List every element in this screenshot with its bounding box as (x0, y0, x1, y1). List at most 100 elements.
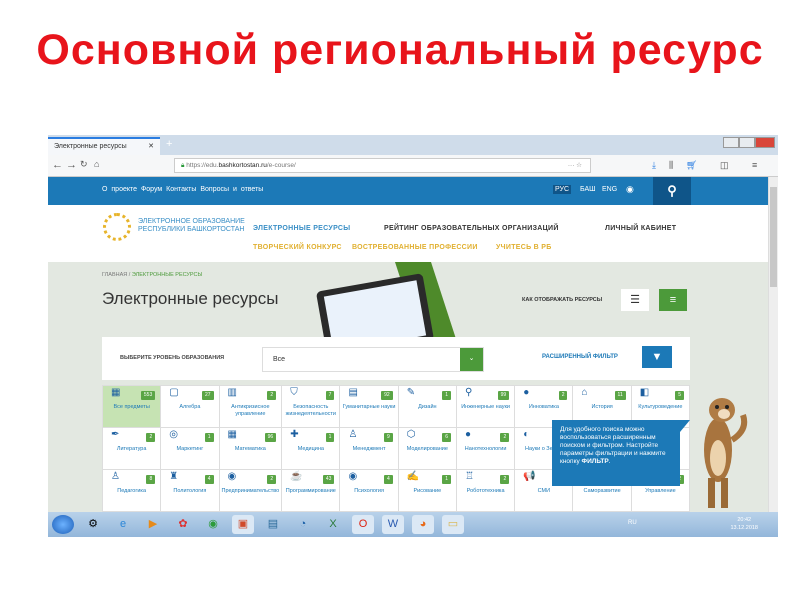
category-name: Литература (116, 446, 147, 452)
start-button[interactable] (52, 515, 74, 534)
category-tile[interactable]: ☕ 43 Программирование (282, 470, 340, 511)
menu-study-rb[interactable]: УЧИТЕСЬ В РБ (496, 244, 552, 251)
home-icon[interactable]: ⌂ (94, 159, 99, 169)
tab-title: Электронные ресурсы (54, 143, 127, 150)
category-name: Педагогика (117, 488, 147, 494)
menu-professions[interactable]: ВОСТРЕБОВАННЫЕ ПРОФЕССИИ (352, 244, 478, 251)
category-icon: ● (464, 429, 472, 440)
category-icon: ✎ (406, 387, 416, 398)
page-scrollbar[interactable] (768, 177, 778, 512)
menu-e-resources[interactable]: ЭЛЕКТРОННЫЕ РЕСУРСЫ (253, 225, 350, 232)
breadcrumb-home[interactable]: ГЛАВНАЯ (102, 272, 127, 278)
download-icon[interactable]: ⤓ (652, 160, 656, 171)
picasa-icon[interactable]: ✿ (172, 515, 194, 534)
category-tile[interactable]: ✎ 1 Дизайн (398, 386, 456, 427)
url-field[interactable]: 🔒︎ https://edu.bashkortostan.ru/e-course… (174, 158, 591, 173)
sidebar-icon[interactable]: ◫ (720, 160, 729, 171)
category-name: Саморазвитие (583, 488, 621, 494)
menu-icon[interactable]: ≡ (752, 160, 757, 170)
browser-tab[interactable]: Электронные ресурсы ✕ (48, 137, 160, 155)
category-tile[interactable]: ✚ 1 Медицина (282, 428, 340, 469)
list-view-button[interactable]: ☰ (621, 289, 649, 311)
category-name: Инженерные науки (461, 404, 510, 410)
category-tile[interactable]: ▦ 553 Все предметы (103, 386, 161, 427)
maximize-button[interactable] (739, 137, 755, 148)
tray-clock[interactable]: 20:42 13.12.2018 (730, 516, 758, 532)
explorer-icon[interactable]: ▤ (262, 515, 284, 534)
lang-ba[interactable]: БАШ (578, 185, 598, 194)
forward-icon[interactable]: → (66, 159, 77, 171)
category-tile[interactable]: ⚲ 99 Инженерные науки (456, 386, 515, 427)
cart-icon[interactable]: 🛒︎ (686, 160, 697, 171)
category-tile[interactable]: ♖ 2 Робототехника (456, 470, 515, 511)
category-tile[interactable]: ♜ 4 Политология (161, 470, 219, 511)
count-badge: 92 (381, 391, 393, 400)
category-tile[interactable]: ◎ 1 Маркетинг (161, 428, 219, 469)
category-icon: ⚲ (464, 387, 473, 398)
chrome-icon[interactable]: ◉ (202, 515, 224, 534)
opera-icon[interactable]: O (352, 515, 374, 534)
lang-ru[interactable]: РУС (553, 185, 572, 194)
category-icon: ♖ (464, 471, 474, 482)
media-icon[interactable]: ▶ (142, 515, 164, 534)
category-name: Управление (645, 488, 676, 494)
grid-view-button[interactable]: ≡ (659, 289, 687, 311)
scrollbar-thumb[interactable] (770, 187, 777, 287)
library-icon[interactable]: ⫼ (669, 160, 673, 171)
menu-rating[interactable]: РЕЙТИНГ ОБРАЗОВАТЕЛЬНЫХ ОРГАНИЗАЦИЙ (384, 225, 559, 232)
category-tile[interactable]: ⬡ 6 Моделирование (398, 428, 456, 469)
category-tile[interactable]: ◉ 2 Предпринимательство (219, 470, 282, 511)
category-tile[interactable]: ♙ 9 Менеджмент (340, 428, 398, 469)
advanced-filter-link[interactable]: РАСШИРЕННЫЙ ФИЛЬТР (542, 354, 618, 360)
category-tile[interactable]: ✍ 1 Рисование (398, 470, 456, 511)
logo-text[interactable]: ЭЛЕКТРОННОЕ ОБРАЗОВАНИЕ РЕСПУБЛИКИ БАШКОР… (138, 218, 245, 234)
window-close-button[interactable] (755, 137, 775, 148)
logo-line2: РЕСПУБЛИКИ БАШКОРТОСТАН (138, 226, 245, 233)
chevron-down-icon[interactable]: ⌄ (460, 348, 483, 371)
ie-icon[interactable]: e (112, 515, 134, 534)
category-tile[interactable]: ◉ 4 Психология (340, 470, 398, 511)
app-icon[interactable]: ⚙ (82, 515, 104, 534)
powerpoint-icon[interactable]: ▣ (232, 515, 254, 534)
category-tile[interactable]: ● 2 Нанотехнологии (456, 428, 515, 469)
breadcrumb: ГЛАВНАЯ / ЭЛЕКТРОННЫЕ РЕСУРСЫ (102, 272, 202, 278)
category-icon: ◐ (523, 429, 530, 440)
tooltip-end: . (608, 458, 611, 465)
logo-line1: ЭЛЕКТРОННОЕ ОБРАЗОВАНИЕ (138, 218, 245, 225)
category-tile[interactable]: ✒ 2 Литература (103, 428, 161, 469)
category-name: Все предметы (113, 404, 150, 410)
level-select[interactable]: Все ⌄ (262, 347, 484, 372)
top-links[interactable]: О проекте Форум Контакты Вопросы и ответ… (102, 186, 263, 193)
category-tile[interactable]: ▢ 27 Алгебра (161, 386, 219, 427)
lang-en[interactable]: ENG (600, 185, 619, 194)
category-tile[interactable]: ⛉ 7 Безопасность жизнедеятельности (282, 386, 340, 427)
firefox-icon[interactable]: ◕ (412, 515, 434, 534)
menu-cabinet[interactable]: ЛИЧНЫЙ КАБИНЕТ (605, 225, 676, 232)
reload-icon[interactable]: ↻ (80, 159, 88, 170)
category-tile[interactable]: ♙ 8 Педагогика (103, 470, 161, 511)
excel-icon[interactable]: X (322, 515, 344, 534)
count-badge: 1 (442, 391, 451, 400)
category-icon: 📢 (523, 471, 536, 482)
bookmark-star-icon[interactable]: ··· ☆ (568, 161, 582, 169)
count-badge: 96 (264, 433, 277, 442)
search-icon[interactable]: ⚲ (653, 177, 691, 205)
folder-icon[interactable]: ▭ (442, 515, 464, 534)
accessibility-eye-icon[interactable]: ◉ (624, 183, 636, 196)
menu-contest[interactable]: ТВОРЧЕСКИЙ КОНКУРС (253, 244, 342, 251)
close-tab-icon[interactable]: ✕ (148, 142, 154, 150)
filter-funnel-icon[interactable]: ▼ (642, 346, 672, 368)
app2-icon[interactable]: ◔ (292, 515, 314, 534)
word-icon[interactable]: W (382, 515, 404, 534)
category-tile[interactable]: ▤ 92 Гуманитарные науки (340, 386, 398, 427)
category-icon: ♙ (348, 429, 358, 440)
category-name: Менеджмент (352, 446, 386, 452)
count-badge: 1 (442, 475, 451, 484)
category-tile[interactable]: ▦ 96 Математика (219, 428, 282, 469)
minimize-button[interactable] (723, 137, 739, 148)
category-icon: ▦ (227, 429, 237, 440)
new-tab-icon[interactable]: + (166, 138, 172, 150)
back-icon[interactable]: ← (52, 159, 63, 171)
category-tile[interactable]: ▥ 2 Антикризисное управление (219, 386, 282, 427)
tray-lang[interactable]: RU (628, 520, 637, 526)
